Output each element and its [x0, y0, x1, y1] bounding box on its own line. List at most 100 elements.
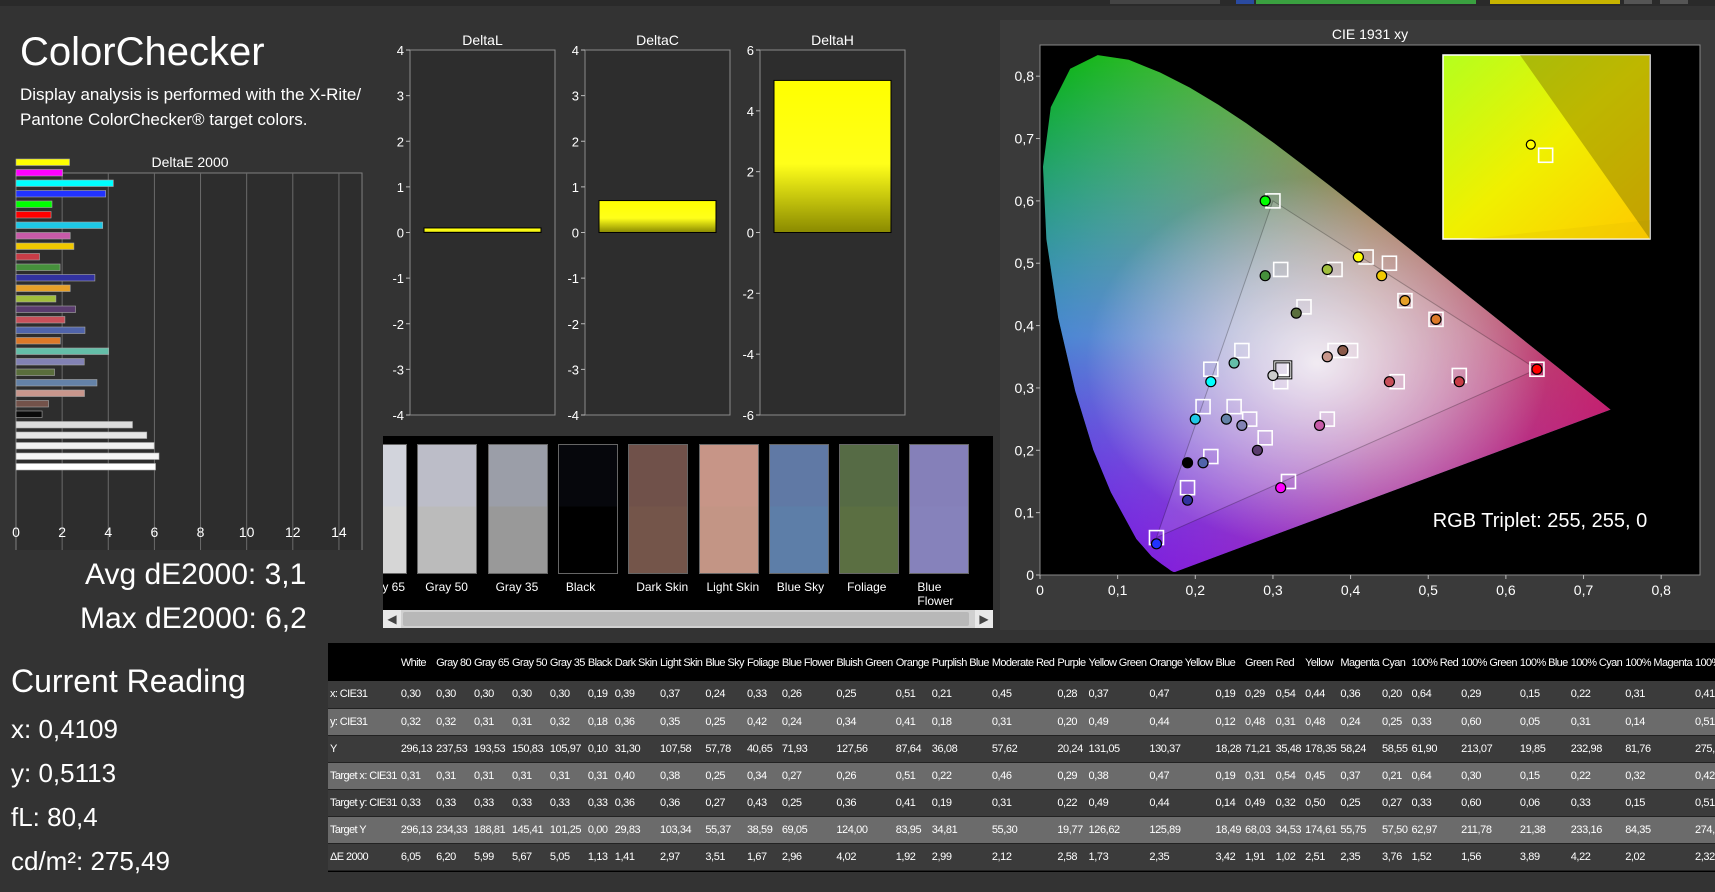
swatch-scrollbar[interactable]: ◀ ▶	[383, 610, 993, 628]
toolbar-button[interactable]	[1660, 0, 1688, 4]
table-cell: 3,76	[1380, 843, 1410, 871]
table-cell: 0,10	[585, 735, 613, 763]
table-cell: 0,37	[1086, 681, 1148, 709]
scroll-left-arrow[interactable]: ◀	[383, 610, 401, 628]
page-subtitle: Display analysis is performed with the X…	[20, 85, 362, 129]
deltae-bar	[15, 400, 49, 408]
table-cell: 3,89	[1517, 843, 1569, 871]
table-cell: 0,54	[1273, 762, 1304, 790]
table-column-header: Blue Flower	[781, 657, 834, 669]
table-cell: 0,42	[1693, 762, 1715, 790]
table-cell: 58,55	[1380, 735, 1410, 763]
table-cell: 0,31	[509, 762, 548, 790]
reading-y: y: 0,5113	[11, 758, 117, 788]
table-column-header: Gray 35	[549, 657, 586, 669]
delta-tick-label: 0	[397, 226, 404, 241]
table-cell: 274,75	[1693, 816, 1715, 844]
table-cell: 124,00	[834, 816, 894, 844]
cie-measured-point	[1259, 195, 1271, 207]
table-cell: 87,64	[893, 735, 930, 763]
table-cell: 1,56	[1459, 843, 1518, 871]
table-cell: 0,30	[434, 681, 473, 709]
cie-x-tick-label: 0,3	[1263, 582, 1283, 598]
table-cell: 234,33	[434, 816, 473, 844]
table-cell: 0,35	[658, 708, 704, 736]
table-cell: 0,24	[1338, 708, 1381, 736]
delta-tick-label: -6	[742, 408, 754, 423]
table-cell: 0,44	[1147, 789, 1214, 817]
deltae-tick-label: 8	[197, 524, 205, 540]
table-cell: 34,53	[1273, 816, 1304, 844]
table-row: Target Y 296,13 234,33 188,81 145,41 101,25 0,…	[328, 816, 1715, 844]
table-cell: 2,99	[929, 843, 990, 871]
table-cell: 55,37	[703, 816, 745, 844]
table-column-header: Green	[1245, 657, 1273, 669]
table-cell: 0,42	[744, 708, 780, 736]
table-cell: 0,14	[1213, 789, 1244, 817]
swatch-label: Gray 65	[383, 580, 405, 594]
table-cell: 131,05	[1086, 735, 1148, 763]
delta-tick-label: -2	[742, 286, 754, 301]
cie-measured-point	[1236, 419, 1248, 431]
table-cell: 0,64	[1409, 681, 1460, 709]
table-cell: 0,31	[434, 762, 473, 790]
table-cell: 3,51	[703, 843, 745, 871]
cie-x-tick-label: 0,7	[1574, 582, 1594, 598]
table-cell: 127,56	[834, 735, 894, 763]
table-cell: 0,51	[893, 681, 930, 709]
deltae-bar	[15, 347, 110, 355]
cie-measured-point	[1453, 376, 1465, 388]
table-cell: 0,38	[1086, 762, 1148, 790]
top-strip	[0, 0, 1715, 6]
delta-tick-label: -2	[392, 317, 404, 332]
table-cell: 1,92	[893, 843, 930, 871]
table-cell: 0,31	[989, 789, 1056, 817]
table-cell: 0,36	[1338, 681, 1381, 709]
deltae-bar	[15, 431, 148, 439]
table-cell: 0,39	[612, 681, 659, 709]
deltae-bar	[15, 337, 61, 345]
cie-measured-point	[1321, 351, 1333, 363]
table-cell: 0,26	[834, 762, 894, 790]
table-cell: 0,49	[1243, 789, 1274, 817]
table-cell: 57,78	[703, 735, 745, 763]
table-cell: 130,37	[1147, 735, 1214, 763]
table-row: Target y: CIE31 0,33 0,33 0,33 0,33 0,33 0,33 0…	[328, 789, 1715, 817]
table-cell: 58,24	[1338, 735, 1381, 763]
delta-tick-label: 4	[747, 104, 754, 119]
toolbar-segment[interactable]	[1110, 0, 1220, 4]
cie-x-tick-label: 0,1	[1108, 582, 1128, 598]
table-cell: 5,67	[509, 843, 548, 871]
table-cell: 71,93	[779, 735, 835, 763]
table-cell: 18,28	[1213, 735, 1244, 763]
table-cell: 62,97	[1409, 816, 1460, 844]
toolbar-progress-green	[1256, 0, 1476, 4]
table-cell: 0,36	[612, 708, 659, 736]
delta-tick-label: -1	[567, 271, 579, 286]
cie-measured-point	[1290, 307, 1302, 319]
table-cell: 0,51	[1693, 708, 1715, 736]
table-cell: 0,33	[398, 789, 435, 817]
table-column-header: Magenta	[1340, 657, 1380, 669]
table-row-label: Target x: CIE31	[328, 762, 399, 790]
table-cell: 0,44	[1147, 708, 1214, 736]
table-cell: 2,35	[1147, 843, 1214, 871]
delta-tick-label: 2	[747, 165, 754, 180]
deltae-chart-title: DeltaE 2000	[151, 154, 228, 170]
table-cell: 0,33	[547, 789, 586, 817]
toolbar-icon[interactable]	[1236, 0, 1254, 4]
delta-tick-label: -3	[392, 362, 404, 377]
deltae-tick-label: 10	[239, 524, 255, 540]
table-cell: 0,41	[1693, 681, 1715, 709]
toolbar-button[interactable]	[1624, 0, 1652, 4]
table-cell: 0,31	[585, 762, 613, 790]
table-cell: 1,91	[1243, 843, 1274, 871]
scroll-right-arrow[interactable]: ▶	[975, 610, 993, 628]
swatch-label: Blue Flower	[917, 580, 954, 608]
table-cell: 0,48	[1303, 708, 1339, 736]
table-cell: 0,27	[779, 762, 835, 790]
scroll-thumb[interactable]	[403, 612, 969, 626]
cie-y-tick-label: 0,7	[1015, 131, 1035, 147]
cie-y-tick-label: 0,1	[1015, 505, 1035, 521]
delta-tick-label: 1	[572, 180, 579, 195]
